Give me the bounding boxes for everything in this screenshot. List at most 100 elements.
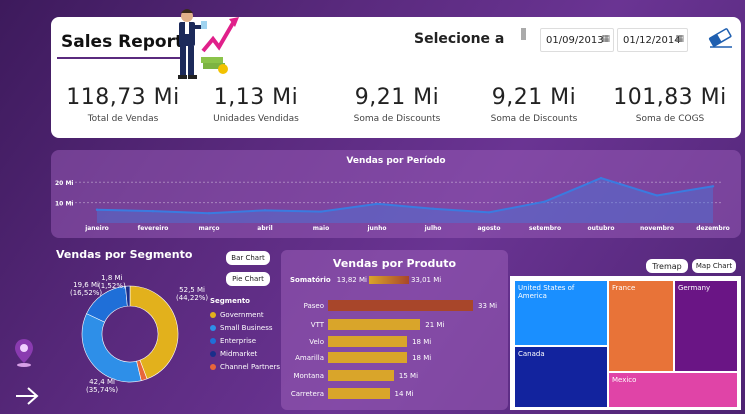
legend-title: Segmento (210, 297, 250, 305)
legend-item: Enterprise (210, 334, 280, 347)
legend-dot (210, 363, 216, 370)
bar-category-label: Carretera (290, 390, 324, 398)
data-point[interactable] (599, 176, 603, 180)
product-bar-row[interactable]: Paseo 33 Mi (281, 300, 508, 312)
data-point[interactable] (543, 200, 547, 203)
legend-label: Enterprise (220, 336, 257, 345)
bar-category-label: Paseo (303, 302, 324, 310)
sales-by-period-card: 20 Mi 10 Mi janeiro fevereiro março abril maio… (51, 150, 741, 238)
data-point[interactable] (263, 209, 267, 212)
treemap-cell-france[interactable]: France (608, 280, 674, 372)
kpi-label: Total de Vendas (87, 114, 159, 124)
bar[interactable] (328, 370, 394, 381)
legend-item: Channel Partners (210, 360, 280, 373)
label-text: 1,8 Mi (1,52%) (98, 274, 126, 290)
bar-value-label: 18 Mi (412, 354, 432, 362)
product-bar-row[interactable]: Velo 18 Mi (281, 336, 508, 348)
x-tick-label: novembro (640, 225, 674, 232)
kpi-total-sales: 118,73 Mi Total de Vendas (53, 85, 193, 124)
page-title: Sales Report (61, 32, 184, 52)
bar[interactable] (328, 352, 408, 363)
y-tick-label: 10 Mi (55, 201, 73, 208)
data-point[interactable] (207, 212, 211, 215)
bar-category-label: Montana (293, 372, 324, 380)
legend-dot (210, 337, 216, 344)
bar[interactable] (328, 336, 408, 347)
data-point[interactable] (711, 185, 715, 188)
label-text: 52,5 Mi (44,22%) (176, 286, 209, 302)
x-tick-label: outubro (588, 225, 615, 232)
kpi-value: 9,21 Mi (354, 85, 440, 110)
pie-chart-button[interactable]: Pie Chart (226, 272, 270, 286)
kpi-label: Unidades Vendidas (213, 114, 299, 124)
bar[interactable] (328, 319, 421, 330)
data-point[interactable] (95, 208, 99, 211)
calendar-icon[interactable]: ▦ (601, 34, 610, 44)
bar-chart-button[interactable]: Bar Chart (226, 251, 270, 265)
treemap-button[interactable]: Tremap (646, 259, 688, 273)
location-pin-icon[interactable] (13, 338, 35, 368)
data-point[interactable] (487, 211, 491, 214)
product-bar-row[interactable]: Montana 15 Mi (281, 370, 508, 382)
legend-dot (210, 324, 216, 331)
bar[interactable] (328, 300, 473, 311)
kpi-label: Soma de Discounts (353, 114, 441, 124)
arrow-right-icon[interactable] (14, 386, 40, 406)
cell-label: United States of America (518, 284, 575, 300)
kpi-value: 101,83 Mi (613, 85, 727, 110)
bar-category-label: Velo (309, 338, 324, 346)
x-tick-label: agosto (477, 225, 500, 232)
kpi-value: 9,21 Mi (491, 85, 577, 110)
cell-label: Canada (518, 350, 545, 358)
date-select-label: Selecione a (414, 31, 505, 47)
product-bar-row[interactable]: Carretera 14 Mi (281, 388, 508, 400)
legend-label: Somatório (290, 276, 331, 284)
kpi-discounts: 9,21 Mi Soma de Discounts (327, 85, 467, 124)
data-point[interactable] (655, 194, 659, 197)
data-point[interactable] (431, 207, 435, 210)
calendar-icon[interactable]: ▦ (675, 34, 684, 44)
kpi-cogs: 101,83 Mi Soma de COGS (600, 85, 740, 124)
donut-slice[interactable] (81, 313, 142, 383)
treemap-cell-germany[interactable]: Germany (674, 280, 738, 372)
eraser-icon[interactable] (706, 25, 734, 49)
kpi-discounts-2: 9,21 Mi Soma de Discounts (464, 85, 604, 124)
start-date-input[interactable]: 01/09/2013 ▦ (540, 28, 614, 52)
kpi-value: 118,73 Mi (66, 85, 180, 110)
bar-category-label: VTT (310, 321, 324, 329)
x-tick-label: março (199, 225, 220, 232)
x-tick-label: julho (424, 225, 442, 232)
title-underline (57, 57, 183, 59)
product-bar-row[interactable]: Amarilla 18 Mi (281, 352, 508, 364)
data-point[interactable] (375, 202, 379, 206)
bar-value-label: 33 Mi (478, 302, 498, 310)
legend-item: Government (210, 308, 280, 321)
map-chart-button[interactable]: Map Chart (692, 259, 736, 273)
label-text: 42,4 Mi (35,74%) (86, 378, 119, 394)
data-point[interactable] (319, 210, 323, 213)
chart-title: Vendas por Período (346, 156, 446, 166)
data-point[interactable] (151, 209, 155, 213)
end-date-input[interactable]: 01/12/2014 ▦ (617, 28, 688, 52)
cell-label: Germany (678, 284, 711, 292)
donut-label-midmarket: 1,8 Mi (1,52%) (98, 274, 126, 290)
x-tick-label: setembro (529, 225, 561, 232)
x-tick-label: dezembro (696, 225, 730, 232)
bar[interactable] (328, 388, 390, 399)
treemap-cell-usa[interactable]: United States of America (514, 280, 608, 346)
treemap-cell-mexico[interactable]: Mexico (608, 372, 738, 408)
start-date-value: 01/09/2013 (546, 35, 604, 46)
cell-label: France (612, 284, 636, 292)
kpi-label: Soma de Discounts (490, 114, 578, 124)
bar-value-label: 21 Mi (425, 321, 445, 329)
product-bar-row[interactable]: VTT 21 Mi (281, 319, 508, 331)
date-slider-handle[interactable] (521, 28, 526, 40)
end-date-value: 01/12/2014 (623, 35, 681, 46)
x-tick-label: fevereiro (138, 225, 169, 232)
donut-label-government: 52,5 Mi (44,22%) (176, 286, 208, 302)
sales-by-product-card: Vendas por Produto Somatório 13,82 Mi 33… (281, 250, 508, 410)
legend-label: Government (220, 310, 264, 319)
legend-label: Small Business (220, 323, 273, 332)
treemap-cell-canada[interactable]: Canada (514, 346, 608, 408)
segment-legend: Segmento Government Small Business Enter… (210, 297, 280, 373)
